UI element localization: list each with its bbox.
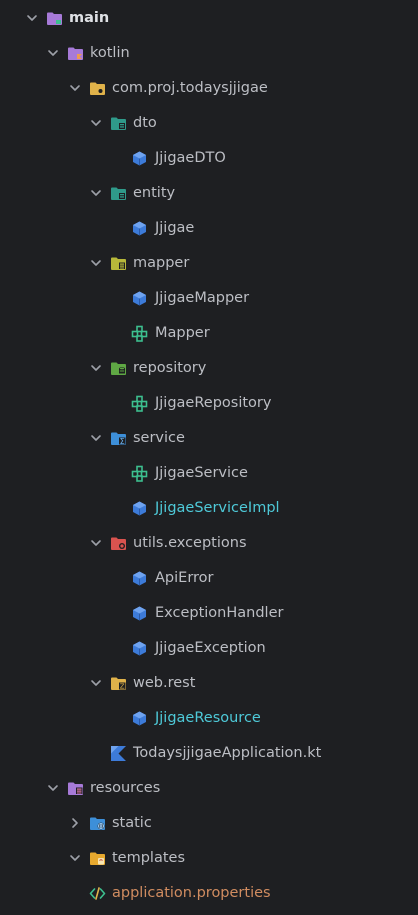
class-icon xyxy=(131,710,148,727)
tree-item-label: dto xyxy=(133,115,157,131)
tree-item-web-rest[interactable]: Z web.rest xyxy=(0,666,418,701)
repository-folder-icon xyxy=(110,360,127,377)
tree-item-label: JjigaeException xyxy=(155,640,266,656)
interface-icon xyxy=(131,465,148,482)
tree-item-label: kotlin xyxy=(90,45,130,61)
chevron-down-icon[interactable] xyxy=(46,46,60,60)
tree-item-label: Jjigae xyxy=(155,220,195,236)
tree-item-label: JjigaeRepository xyxy=(155,395,272,411)
class-icon xyxy=(131,640,148,657)
tree-item-jjigae-dto[interactable]: JjigaeDTO xyxy=(0,141,418,176)
tree-item-kotlin[interactable]: kotlin xyxy=(0,36,418,71)
tree-item-label: Mapper xyxy=(155,325,210,341)
kotlin-file-icon xyxy=(111,746,126,761)
tree-item-mapper[interactable]: mapper xyxy=(0,246,418,281)
tree-item-jjigae-repository[interactable]: JjigaeRepository xyxy=(0,386,418,421)
properties-file-icon xyxy=(89,887,106,900)
dto-folder-icon xyxy=(110,115,127,132)
tree-item-label: JjigaeResource xyxy=(155,710,261,726)
tree-item-jjigae[interactable]: Jjigae xyxy=(0,211,418,246)
interface-icon xyxy=(131,325,148,342)
tree-item-jjigae-resource[interactable]: JjigaeResource xyxy=(0,701,418,736)
tree-item-label: service xyxy=(133,430,185,446)
tree-item-service[interactable]: Σ service xyxy=(0,421,418,456)
tree-item-label: JjigaeDTO xyxy=(155,150,226,166)
tree-item-label: main xyxy=(69,10,110,26)
chevron-down-icon[interactable] xyxy=(68,81,82,95)
tree-item-exception-handler[interactable]: ExceptionHandler xyxy=(0,596,418,631)
chevron-down-icon[interactable] xyxy=(89,431,103,445)
class-icon xyxy=(131,220,148,237)
entity-folder-icon xyxy=(110,185,127,202)
templates-folder-icon xyxy=(89,850,106,867)
exceptions-folder-icon xyxy=(110,535,127,552)
chevron-down-icon[interactable] xyxy=(89,256,103,270)
tree-item-jjigae-service-impl[interactable]: JjigaeServiceImpl xyxy=(0,491,418,526)
tree-item-resources[interactable]: resources xyxy=(0,771,418,806)
chevron-down-icon[interactable] xyxy=(89,186,103,200)
tree-item-label: resources xyxy=(90,780,161,796)
tree-item-label: ExceptionHandler xyxy=(155,605,284,621)
tree-item-static[interactable]: static xyxy=(0,806,418,841)
tree-item-label: JjigaeMapper xyxy=(155,290,250,306)
tree-item-templates[interactable]: templates xyxy=(0,841,418,876)
tree-item-jjigae-exception[interactable]: JjigaeException xyxy=(0,631,418,666)
tree-item-label: repository xyxy=(133,360,207,376)
source-root-folder-icon xyxy=(46,10,63,27)
service-folder-icon: Σ xyxy=(110,430,127,446)
chevron-down-icon[interactable] xyxy=(89,536,103,550)
tree-item-label: ApiError xyxy=(155,570,214,586)
chevron-down-icon[interactable] xyxy=(89,116,103,130)
tree-item-jjigae-service[interactable]: JjigaeService xyxy=(0,456,418,491)
tree-item-label: static xyxy=(112,815,152,831)
tree-item-repository[interactable]: repository xyxy=(0,351,418,386)
tree-item-label: JjigaeService xyxy=(155,465,248,481)
static-folder-icon xyxy=(89,815,106,832)
tree-item-label: web.rest xyxy=(133,675,196,691)
tree-item-dto[interactable]: dto xyxy=(0,106,418,141)
tree-item-application-properties[interactable]: application.properties xyxy=(0,876,418,911)
tree-item-entity[interactable]: entity xyxy=(0,176,418,211)
tree-item-application-kt[interactable]: TodaysjjigaeApplication.kt xyxy=(0,736,418,771)
tree-item-utils-exceptions[interactable]: utils.exceptions xyxy=(0,526,418,561)
interface-icon xyxy=(131,395,148,412)
class-icon xyxy=(131,500,148,517)
svg-text:Z: Z xyxy=(120,683,125,691)
tree-item-label: utils.exceptions xyxy=(133,535,247,551)
tree-item-label: com.proj.todaysjjigae xyxy=(112,80,268,96)
tree-item-label: TodaysjjigaeApplication.kt xyxy=(133,745,322,761)
package-folder-icon xyxy=(89,80,106,97)
chevron-down-icon[interactable] xyxy=(89,361,103,375)
chevron-down-icon[interactable] xyxy=(68,851,82,865)
class-icon xyxy=(131,150,148,167)
kotlin-folder-icon xyxy=(67,45,84,62)
tree-item-package[interactable]: com.proj.todaysjjigae xyxy=(0,71,418,106)
tree-item-label: JjigaeServiceImpl xyxy=(155,500,280,516)
tree-item-jjigae-mapper[interactable]: JjigaeMapper xyxy=(0,281,418,316)
chevron-down-icon[interactable] xyxy=(25,11,39,25)
mapper-folder-icon xyxy=(110,255,127,272)
chevron-down-icon[interactable] xyxy=(89,676,103,690)
tree-item-label: mapper xyxy=(133,255,190,271)
svg-text:Σ: Σ xyxy=(120,437,125,446)
tree-item-label: application.properties xyxy=(112,885,271,901)
tree-item-main[interactable]: main xyxy=(0,1,418,36)
tree-item-api-error[interactable]: ApiError xyxy=(0,561,418,596)
chevron-right-icon[interactable] xyxy=(68,816,82,830)
class-icon xyxy=(131,290,148,307)
tree-item-label: templates xyxy=(112,850,186,866)
resources-folder-icon xyxy=(67,780,84,797)
class-icon xyxy=(131,570,148,587)
tree-item-label: entity xyxy=(133,185,176,201)
web-rest-folder-icon: Z xyxy=(110,675,127,691)
class-icon xyxy=(131,605,148,622)
tree-item-mapper-interface[interactable]: Mapper xyxy=(0,316,418,351)
chevron-down-icon[interactable] xyxy=(46,781,60,795)
